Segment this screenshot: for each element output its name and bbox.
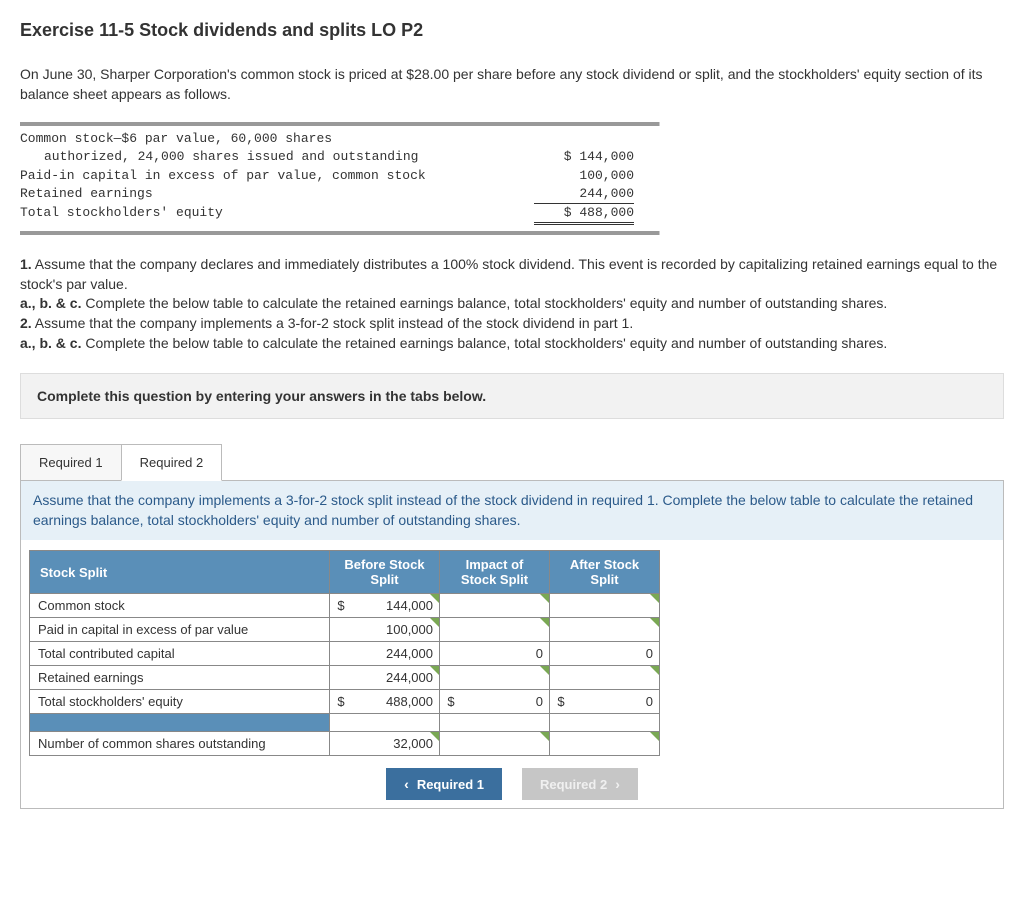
cell-input[interactable] xyxy=(550,666,659,689)
equity-ledger: Common stock—$6 par value, 60,000 shares… xyxy=(20,122,1004,235)
table-row: Paid in capital in excess of par value 1… xyxy=(30,618,660,642)
cell-readonly: 0 xyxy=(440,642,549,665)
chevron-left-icon: ‹ xyxy=(404,776,409,792)
ledger-line: Total stockholders' equity xyxy=(20,204,223,222)
intro-text: On June 30, Sharper Corporation's common… xyxy=(20,65,1004,104)
cell-input[interactable]: 100,000 xyxy=(330,618,439,641)
q-body: Complete the below table to calculate th… xyxy=(81,335,887,351)
table-corner: Stock Split xyxy=(30,551,330,594)
ledger-line: Common stock—$6 par value, 60,000 shares xyxy=(20,130,332,148)
table-row: Retained earnings 244,000 xyxy=(30,666,660,690)
prev-button[interactable]: ‹ Required 1 xyxy=(386,768,502,800)
page-title: Exercise 11-5 Stock dividends and splits… xyxy=(20,20,1004,41)
row-label: Total stockholders' equity xyxy=(30,690,330,714)
cell-input[interactable] xyxy=(550,594,659,617)
next-label: Required 2 xyxy=(540,777,607,792)
ledger-value: $ 144,000 xyxy=(534,148,634,166)
col-before: Before Stock Split xyxy=(330,551,440,594)
instruction-banner: Complete this question by entering your … xyxy=(20,373,1004,419)
row-label: Number of common shares outstanding xyxy=(30,732,330,756)
ledger-line: Paid-in capital in excess of par value, … xyxy=(20,167,426,185)
row-label: Total contributed capital xyxy=(30,642,330,666)
cell-readonly: 0 xyxy=(550,642,659,665)
tab-required-1[interactable]: Required 1 xyxy=(20,444,121,481)
next-button[interactable]: Required 2 › xyxy=(522,768,638,800)
cell-input[interactable]: 32,000 xyxy=(330,732,439,755)
ledger-value: 244,000 xyxy=(534,185,634,204)
ledger-line: Retained earnings xyxy=(20,185,153,203)
q-body: Complete the below table to calculate th… xyxy=(81,295,887,311)
table-row: Total contributed capital 244,000 0 0 xyxy=(30,642,660,666)
question-text: 1. Assume that the company declares and … xyxy=(20,255,1004,353)
table-row: Common stock $144,000 xyxy=(30,594,660,618)
cell-input[interactable]: 244,000 xyxy=(330,666,439,689)
cell-readonly: $0 xyxy=(550,690,659,713)
cell-input[interactable] xyxy=(440,732,549,755)
table-row: Number of common shares outstanding 32,0… xyxy=(30,732,660,756)
stock-split-table: Stock Split Before Stock Split Impact of… xyxy=(29,550,660,756)
spacer-row xyxy=(30,714,660,732)
prev-label: Required 1 xyxy=(417,777,484,792)
tabs-header: Required 1 Required 2 xyxy=(20,443,1004,480)
cell-readonly: $488,000 xyxy=(330,690,439,713)
chevron-right-icon: › xyxy=(615,776,620,792)
tab-required-2[interactable]: Required 2 xyxy=(121,444,223,481)
tab-panel: Assume that the company implements a 3-f… xyxy=(20,480,1004,809)
panel-description: Assume that the company implements a 3-f… xyxy=(21,481,1003,540)
ledger-line: authorized, 24,000 shares issued and out… xyxy=(20,148,418,166)
q-num: 1. xyxy=(20,256,32,272)
col-after: After Stock Split xyxy=(550,551,660,594)
cell-input[interactable] xyxy=(440,594,549,617)
cell-input[interactable] xyxy=(550,618,659,641)
cell-input[interactable] xyxy=(550,732,659,755)
q-num: a., b. & c. xyxy=(20,335,81,351)
ledger-value: $ 488,000 xyxy=(534,204,634,225)
table-row: Total stockholders' equity $488,000 $0 $… xyxy=(30,690,660,714)
row-label: Common stock xyxy=(30,594,330,618)
col-impact: Impact of Stock Split xyxy=(440,551,550,594)
cell-input[interactable]: $144,000 xyxy=(330,594,439,617)
cell-input[interactable] xyxy=(440,666,549,689)
q-num: 2. xyxy=(20,315,32,331)
row-label: Retained earnings xyxy=(30,666,330,690)
cell-readonly: 244,000 xyxy=(330,642,439,665)
q-num: a., b. & c. xyxy=(20,295,81,311)
q-body: Assume that the company implements a 3-f… xyxy=(32,315,634,331)
ledger-value: 100,000 xyxy=(534,167,634,185)
cell-readonly: $0 xyxy=(440,690,549,713)
q-body: Assume that the company declares and imm… xyxy=(20,256,997,292)
cell-input[interactable] xyxy=(440,618,549,641)
row-label: Paid in capital in excess of par value xyxy=(30,618,330,642)
